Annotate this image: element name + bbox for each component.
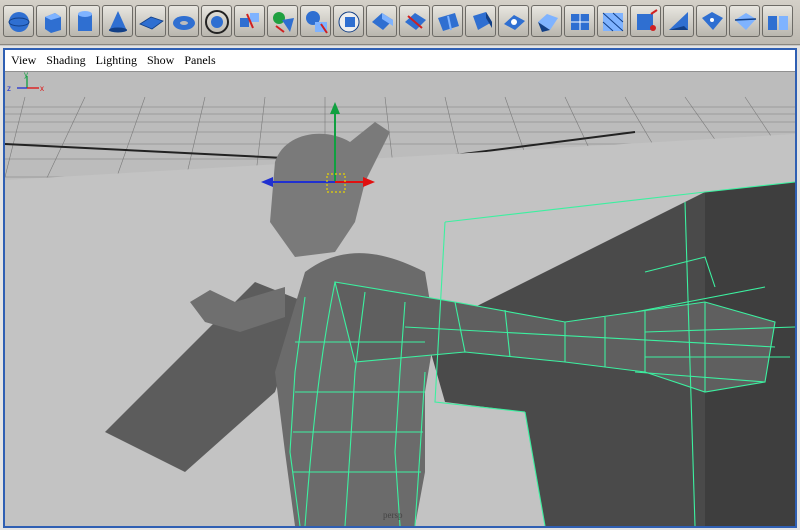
boolean-tool-button[interactable]	[333, 5, 364, 37]
poke-face-icon	[702, 12, 723, 30]
poly-cube-icon	[45, 13, 61, 33]
poly-cone-tool-button[interactable]	[102, 5, 133, 37]
poly-cylinder-icon	[78, 11, 92, 31]
separate-icon	[273, 12, 294, 33]
separate-tool-button[interactable]	[267, 5, 298, 37]
menu-shading[interactable]: Shading	[46, 53, 85, 68]
menu-lighting[interactable]: Lighting	[96, 53, 137, 68]
viewport-panel: View Shading Lighting Show Panels z x y …	[0, 46, 800, 530]
menu-panels[interactable]: Panels	[184, 53, 215, 68]
wedge-face-icon	[669, 12, 688, 30]
cut-faces-icon	[734, 13, 757, 30]
split-polygon-icon	[405, 13, 426, 30]
subdivide-tool-button[interactable]	[564, 5, 595, 37]
poly-sphere-icon	[8, 12, 30, 32]
merge-vertices-tool-button[interactable]	[531, 5, 562, 37]
poke-face-tool-button[interactable]	[696, 5, 727, 37]
poly-cylinder-tool-button[interactable]	[69, 5, 100, 37]
bevel-tool-button[interactable]	[465, 5, 496, 37]
camera-name-label: persp	[383, 510, 403, 520]
triangulate-tool-button[interactable]	[597, 5, 628, 37]
extrude-edge-icon	[438, 13, 459, 31]
poly-torus-icon	[173, 16, 195, 30]
axis-gizmo: z x y	[7, 72, 44, 92]
panel-menubar: View Shading Lighting Show Panels	[5, 50, 795, 72]
poly-sphere-tool-button[interactable]	[3, 5, 34, 37]
extrude-face-tool-button[interactable]	[366, 5, 397, 37]
menu-view[interactable]: View	[11, 53, 36, 68]
split-polygon-tool-button[interactable]	[399, 5, 430, 37]
combine-icon	[240, 13, 259, 29]
perspective-viewport[interactable]: z x y persp	[5, 72, 795, 526]
extrude-face-icon	[372, 13, 393, 30]
mirror-tool-button[interactable]	[762, 5, 793, 37]
cut-faces-tool-button[interactable]	[729, 5, 760, 37]
combine-tool-button[interactable]	[234, 5, 265, 37]
shelf-toolbar	[0, 0, 800, 45]
axis-z-label: z	[7, 84, 11, 92]
wedge-face-tool-button[interactable]	[663, 5, 694, 37]
poly-plane-icon	[139, 16, 164, 30]
duplicate-face-icon	[504, 15, 525, 30]
poly-plane-tool-button[interactable]	[135, 5, 166, 37]
select-tool-icon	[205, 10, 229, 34]
append-polygon-icon	[637, 9, 658, 31]
shelf-strip	[0, 0, 800, 44]
axis-x-label: x	[40, 84, 44, 92]
merge-vertices-icon	[538, 14, 558, 32]
duplicate-face-tool-button[interactable]	[498, 5, 529, 37]
subdivide-icon	[571, 14, 589, 30]
triangulate-icon	[602, 12, 624, 32]
bevel-icon	[473, 12, 492, 30]
mirror-icon	[768, 16, 788, 30]
smooth-tool-button[interactable]	[300, 5, 331, 37]
poly-torus-tool-button[interactable]	[168, 5, 199, 37]
viewport-frame: View Shading Lighting Show Panels z x y …	[3, 48, 797, 528]
smooth-icon	[306, 11, 328, 34]
append-polygon-tool-button[interactable]	[630, 5, 661, 37]
select-tool-tool-button[interactable]	[201, 5, 232, 37]
poly-cone-icon	[109, 11, 127, 33]
menu-show[interactable]: Show	[147, 53, 174, 68]
scene-render	[5, 72, 795, 526]
poly-cube-tool-button[interactable]	[36, 5, 67, 37]
axis-y-label: y	[24, 72, 28, 79]
boolean-icon	[338, 11, 360, 33]
extrude-edge-tool-button[interactable]	[432, 5, 463, 37]
